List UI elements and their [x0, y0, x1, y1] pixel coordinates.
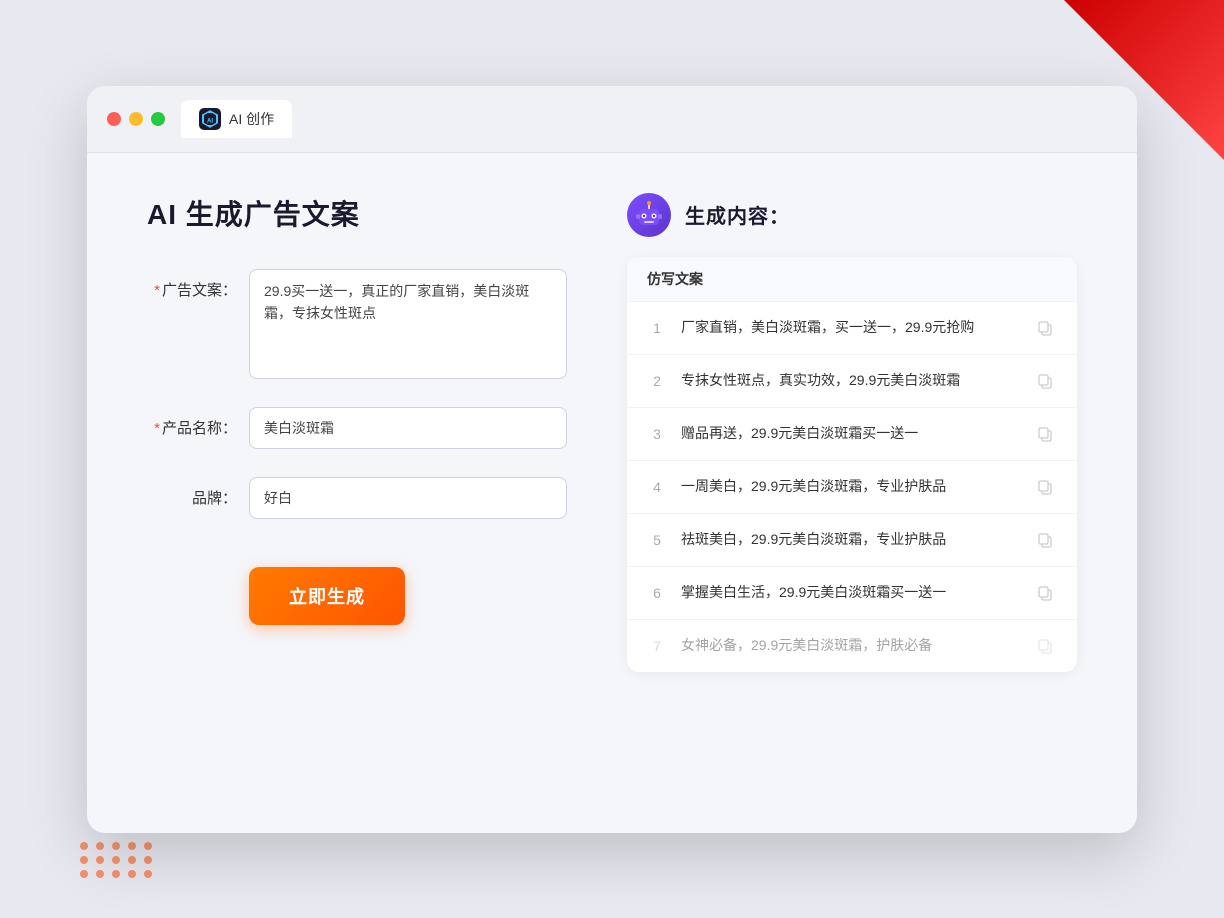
ad-copy-label: *广告文案： [147, 269, 237, 300]
required-star-2: * [154, 420, 160, 437]
row-text: 祛斑美白，29.9元美白淡斑霜，专业护肤品 [681, 529, 1019, 550]
row-text: 赠品再送，29.9元美白淡斑霜买一送一 [681, 423, 1019, 444]
copy-icon[interactable] [1033, 422, 1057, 446]
title-bar: AI AI 创作 [87, 86, 1137, 153]
left-panel: AI 生成广告文案 *广告文案： *产品名称： 品牌： 立 [147, 193, 567, 793]
row-number: 2 [647, 373, 667, 389]
result-title: 生成内容： [685, 200, 790, 229]
result-header: 生成内容： [627, 193, 1077, 237]
main-content: AI 生成广告文案 *广告文案： *产品名称： 品牌： 立 [87, 153, 1137, 833]
results-container: 1 厂家直销，美白淡斑霜，买一送一，29.9元抢购 2 专抹女性斑点，真实功效，29.… [627, 302, 1077, 672]
brand-group: 品牌： [147, 477, 567, 519]
row-number: 7 [647, 638, 667, 654]
copy-icon[interactable] [1033, 528, 1057, 552]
brand-label: 品牌： [147, 477, 237, 508]
tab-label: AI 创作 [229, 109, 274, 129]
page-title: AI 生成广告文案 [147, 193, 567, 233]
ai-tab-icon: AI [199, 108, 221, 130]
row-text: 专抹女性斑点，真实功效，29.9元美白淡斑霜 [681, 370, 1019, 391]
copy-icon[interactable] [1033, 581, 1057, 605]
product-name-label: *产品名称： [147, 407, 237, 438]
row-number: 3 [647, 426, 667, 442]
copy-icon[interactable] [1033, 475, 1057, 499]
table-row: 6 掌握美白生活，29.9元美白淡斑霜买一送一 [627, 567, 1077, 620]
table-row: 3 赠品再送，29.9元美白淡斑霜买一送一 [627, 408, 1077, 461]
close-button[interactable] [107, 112, 121, 126]
browser-window: AI AI 创作 AI 生成广告文案 *广告文案： *产品名称： [87, 86, 1137, 833]
row-text: 女神必备，29.9元美白淡斑霜，护肤必备 [681, 635, 1019, 656]
table-row: 5 祛斑美白，29.9元美白淡斑霜，专业护肤品 [627, 514, 1077, 567]
copy-icon[interactable] [1033, 316, 1057, 340]
row-text: 厂家直销，美白淡斑霜，买一送一，29.9元抢购 [681, 317, 1019, 338]
row-text: 一周美白，29.9元美白淡斑霜，专业护肤品 [681, 476, 1019, 497]
table-row: 1 厂家直销，美白淡斑霜，买一送一，29.9元抢购 [627, 302, 1077, 355]
copy-icon[interactable] [1033, 634, 1057, 658]
dots-decoration [80, 842, 154, 878]
table-row: 4 一周美白，29.9元美白淡斑霜，专业护肤品 [627, 461, 1077, 514]
generate-button[interactable]: 立即生成 [249, 567, 405, 625]
results-table-header: 仿写文案 [627, 257, 1077, 302]
row-text: 掌握美白生活，29.9元美白淡斑霜买一送一 [681, 582, 1019, 603]
right-panel: 生成内容： 仿写文案 1 厂家直销，美白淡斑霜，买一送一，29.9元抢购 2 专抹女性… [627, 193, 1077, 793]
minimize-button[interactable] [129, 112, 143, 126]
brand-input[interactable] [249, 477, 567, 519]
row-number: 5 [647, 532, 667, 548]
row-number: 4 [647, 479, 667, 495]
ad-copy-group: *广告文案： [147, 269, 567, 379]
svg-text:AI: AI [207, 118, 213, 124]
table-row: 2 专抹女性斑点，真实功效，29.9元美白淡斑霜 [627, 355, 1077, 408]
copy-icon[interactable] [1033, 369, 1057, 393]
table-row: 7 女神必备，29.9元美白淡斑霜，护肤必备 [627, 620, 1077, 672]
maximize-button[interactable] [151, 112, 165, 126]
results-table: 仿写文案 1 厂家直销，美白淡斑霜，买一送一，29.9元抢购 2 专抹女性斑点，真实功… [627, 257, 1077, 672]
row-number: 1 [647, 320, 667, 336]
product-name-input[interactable] [249, 407, 567, 449]
traffic-lights [107, 112, 165, 126]
row-number: 6 [647, 585, 667, 601]
browser-tab[interactable]: AI AI 创作 [181, 100, 292, 138]
robot-icon [627, 193, 671, 237]
ad-copy-input[interactable] [249, 269, 567, 379]
required-star-1: * [154, 282, 160, 299]
product-name-group: *产品名称： [147, 407, 567, 449]
